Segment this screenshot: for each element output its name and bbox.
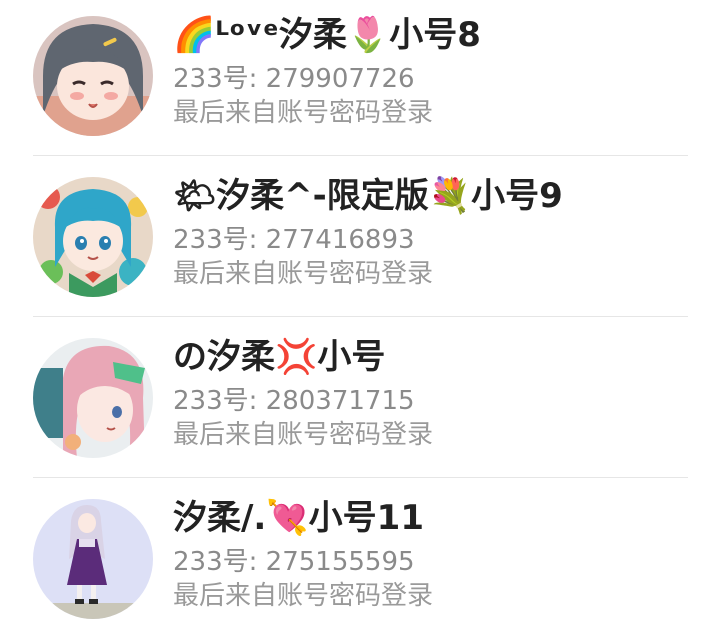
account-item[interactable]: の汐柔💢小号 233号: 280371715 最后来自账号密码登录	[0, 322, 712, 482]
avatar	[33, 338, 153, 458]
login-source: 最后来自账号密码登录	[173, 98, 434, 128]
login-source: 最后来自账号密码登录	[173, 420, 434, 450]
account-item[interactable]: 🌤汐柔^-限定版💐小号9 233号: 277416893 最后来自账号密码登录	[0, 161, 712, 321]
avatar	[33, 16, 153, 136]
account-name: 🌤汐柔^-限定版💐小号9	[173, 176, 563, 216]
account-id: 233号: 280371715	[173, 386, 415, 416]
account-id: 233号: 277416893	[173, 225, 415, 255]
account-name: 🌈ᴸᵒᵛᵉ汐柔🌷小号8	[173, 15, 481, 55]
account-list: 🌈ᴸᵒᵛᵉ汐柔🌷小号8 233号: 279907726 最后来自账号密码登录 🌤…	[0, 0, 712, 638]
avatar	[33, 499, 153, 619]
avatar	[33, 177, 153, 297]
login-source: 最后来自账号密码登录	[173, 259, 434, 289]
divider	[33, 155, 688, 156]
anime-girl-blue-hair-avatar	[33, 177, 153, 297]
login-source: 最后来自账号密码登录	[173, 581, 434, 611]
account-item[interactable]: 汐柔/.💘小号11 233号: 275155595 最后来自账号密码登录	[0, 483, 712, 643]
anime-girl-gray-hair-avatar	[33, 16, 153, 136]
divider	[33, 477, 688, 478]
divider	[33, 316, 688, 317]
anime-girl-pink-hair-avatar	[33, 338, 153, 458]
account-name: 汐柔/.💘小号11	[173, 498, 424, 538]
account-item[interactable]: 🌈ᴸᵒᵛᵉ汐柔🌷小号8 233号: 279907726 最后来自账号密码登录	[0, 0, 712, 160]
account-id: 233号: 279907726	[173, 64, 415, 94]
account-id: 233号: 275155595	[173, 547, 415, 577]
anime-girl-purple-dress-avatar	[33, 499, 153, 619]
account-name: の汐柔💢小号	[173, 337, 386, 377]
